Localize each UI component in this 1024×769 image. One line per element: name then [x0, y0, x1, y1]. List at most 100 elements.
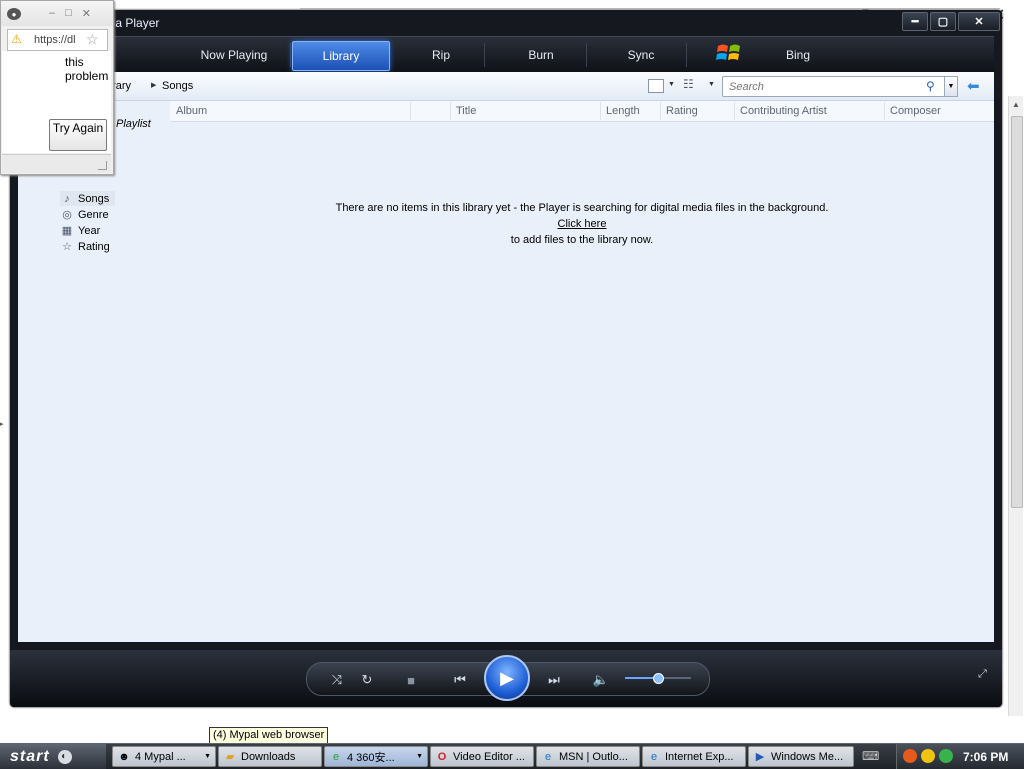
- nav-item-genre[interactable]: ◎ Genre: [60, 207, 108, 222]
- layout-options-icon[interactable]: ☷: [683, 77, 694, 91]
- star-icon: ☆: [62, 241, 72, 253]
- empty-message-line1: There are no items in this library yet -…: [335, 202, 829, 214]
- search-input[interactable]: [727, 79, 921, 95]
- title-bar[interactable]: dia Player ━ ▢ ✕: [10, 10, 1002, 35]
- play-button[interactable]: ▶: [484, 655, 530, 701]
- ie-icon: e: [332, 750, 340, 763]
- nav-playlist[interactable]: Playlist: [116, 118, 151, 130]
- task-360-browser[interactable]: e 4 360安... ▼: [324, 746, 428, 767]
- breadcrumb-arrow-icon[interactable]: ▶: [151, 81, 156, 89]
- windows-logo-icon: [716, 44, 740, 60]
- ie-icon: e: [544, 750, 552, 763]
- search-box[interactable]: ⚲: [722, 76, 946, 97]
- popup-browser-window: ● – □ ✕ ⚠ https://dl ☆ this problem Try …: [0, 0, 114, 175]
- opera-icon: O: [437, 750, 447, 763]
- nav-item-songs[interactable]: ♪ Songs: [60, 191, 116, 206]
- tab-now-playing[interactable]: Now Playing: [178, 41, 291, 69]
- keyboard-icon[interactable]: ⌨: [862, 749, 879, 763]
- music-note-icon: ♪: [64, 192, 70, 205]
- taskbar-tooltip: (4) Mypal web browser: [209, 727, 329, 744]
- volume-slider[interactable]: [625, 673, 691, 684]
- column-contributing-artist[interactable]: Contributing Artist: [740, 105, 827, 117]
- media-player-window: dia Player ━ ▢ ✕ Now Playing Library Rip…: [10, 10, 1002, 707]
- empty-library-message: There are no items in this library yet -…: [170, 200, 994, 248]
- scroll-up-arrow-icon[interactable]: ▲: [1012, 100, 1020, 109]
- tab-library[interactable]: Library: [292, 41, 390, 71]
- playback-controls: ⤨ ↻ ■ ⏮ ▶ ⏭ 🔈 ⤢: [10, 650, 1002, 707]
- popup-close-icon[interactable]: ✕: [82, 7, 91, 20]
- column-rating[interactable]: Rating: [666, 105, 698, 117]
- column-composer[interactable]: Composer: [890, 105, 941, 117]
- volume-knob[interactable]: [653, 673, 664, 684]
- column-header: Album Title Length Rating Contributing A…: [170, 101, 994, 122]
- resize-grip-icon[interactable]: [98, 161, 107, 170]
- task-msn-outlook[interactable]: e MSN | Outlo...: [536, 746, 640, 767]
- search-dropdown-icon[interactable]: ▼: [944, 76, 958, 97]
- nav-item-rating[interactable]: ☆ Rating: [60, 239, 110, 254]
- popup-title-bar[interactable]: ● – □ ✕: [1, 1, 113, 26]
- window-title: dia Player: [106, 16, 160, 30]
- try-again-button[interactable]: Try Again: [49, 119, 107, 151]
- task-dropdown-icon[interactable]: ▼: [204, 753, 211, 760]
- tab-burn[interactable]: Burn: [496, 41, 587, 69]
- task-downloads[interactable]: ▰ Downloads: [218, 746, 322, 767]
- popup-url-text: https://dl: [34, 34, 76, 46]
- bookmark-star-icon[interactable]: ☆: [86, 31, 99, 48]
- start-button[interactable]: start ◐: [0, 744, 106, 769]
- column-length[interactable]: Length: [606, 105, 640, 117]
- task-dropdown-icon[interactable]: ▼: [416, 753, 423, 760]
- play-icon: ▶: [500, 667, 514, 688]
- clock[interactable]: 7:06 PM: [963, 750, 1008, 764]
- task-internet-explorer[interactable]: e Internet Exp...: [642, 746, 746, 767]
- view-options-dropdown-icon[interactable]: ▼: [668, 81, 675, 88]
- breadcrumb-songs[interactable]: Songs: [162, 80, 193, 92]
- warning-icon: ⚠: [11, 32, 22, 46]
- tab-bing[interactable]: Bing: [748, 41, 848, 69]
- close-button[interactable]: ✕: [958, 12, 1000, 31]
- popup-minimize-icon[interactable]: –: [49, 7, 55, 20]
- previous-icon[interactable]: ⏮: [442, 672, 478, 688]
- taskbar: start ◐ ☻ 4 Mypal ... ▼ ▰ Downloads e 4 …: [0, 743, 1024, 769]
- back-arrow-icon[interactable]: ⬅: [967, 77, 980, 95]
- add-files-link[interactable]: Click here: [558, 218, 607, 230]
- tray-app-icon-2[interactable]: [921, 749, 935, 763]
- tab-rip[interactable]: Rip: [398, 41, 485, 69]
- maximize-button[interactable]: ▢: [930, 12, 956, 31]
- switch-to-now-playing-icon[interactable]: ⤢: [978, 668, 987, 681]
- popup-url-bar[interactable]: ⚠ https://dl ☆: [7, 29, 108, 51]
- popup-maximize-icon[interactable]: □: [65, 7, 72, 20]
- tray-app-icon-1[interactable]: [903, 749, 917, 763]
- view-options-icon[interactable]: [648, 79, 664, 93]
- tray-app-icon-3[interactable]: [939, 749, 953, 763]
- column-title[interactable]: Title: [456, 105, 476, 117]
- library-pane: brary ▶ Songs ▼ ☷ ▼ ⚲ ▼ ⬅ Album Title Le…: [18, 72, 994, 642]
- column-album[interactable]: Album: [176, 105, 207, 117]
- search-icon[interactable]: ⚲: [926, 79, 935, 93]
- scrollbar-thumb[interactable]: [1011, 116, 1023, 508]
- shuffle-icon[interactable]: ⤨: [328, 672, 346, 688]
- task-mypal[interactable]: ☻ 4 Mypal ... ▼: [112, 746, 216, 767]
- task-video-editor[interactable]: O Video Editor ...: [430, 746, 534, 767]
- background-scrollbar[interactable]: ▲: [1008, 96, 1023, 716]
- nav-item-year[interactable]: ▦ Year: [60, 223, 100, 238]
- popup-status-bar: [2, 154, 111, 173]
- next-icon[interactable]: ⏭: [536, 672, 572, 688]
- volume-icon[interactable]: 🔈: [592, 672, 610, 688]
- left-edge-arrow-icon: ▸: [0, 421, 4, 428]
- stop-icon[interactable]: ■: [402, 672, 420, 688]
- repeat-icon[interactable]: ↻: [358, 672, 376, 688]
- calendar-icon: ▦: [61, 225, 73, 237]
- folder-icon: ▰: [225, 751, 235, 763]
- empty-message-line2: to add files to the library now.: [510, 234, 654, 246]
- task-windows-media-player[interactable]: ▶ Windows Me...: [748, 746, 854, 767]
- minimize-button[interactable]: ━: [902, 12, 928, 31]
- address-bar: brary ▶ Songs ▼ ☷ ▼ ⚲ ▼ ⬅: [18, 72, 994, 101]
- navigation-pane: Playlist ♪ Songs ◎ Genre ▦ Year ☆ Rating: [18, 101, 170, 642]
- popup-content: this problem Try Again: [2, 51, 111, 153]
- tab-sync[interactable]: Sync: [596, 41, 687, 69]
- tab-bar: Now Playing Library Rip Burn Sync Bing: [18, 36, 994, 73]
- background-window-edge: [300, 0, 1000, 9]
- ie-icon: e: [650, 750, 658, 763]
- layout-options-dropdown-icon[interactable]: ▼: [708, 81, 715, 88]
- popup-message: this problem: [65, 55, 109, 83]
